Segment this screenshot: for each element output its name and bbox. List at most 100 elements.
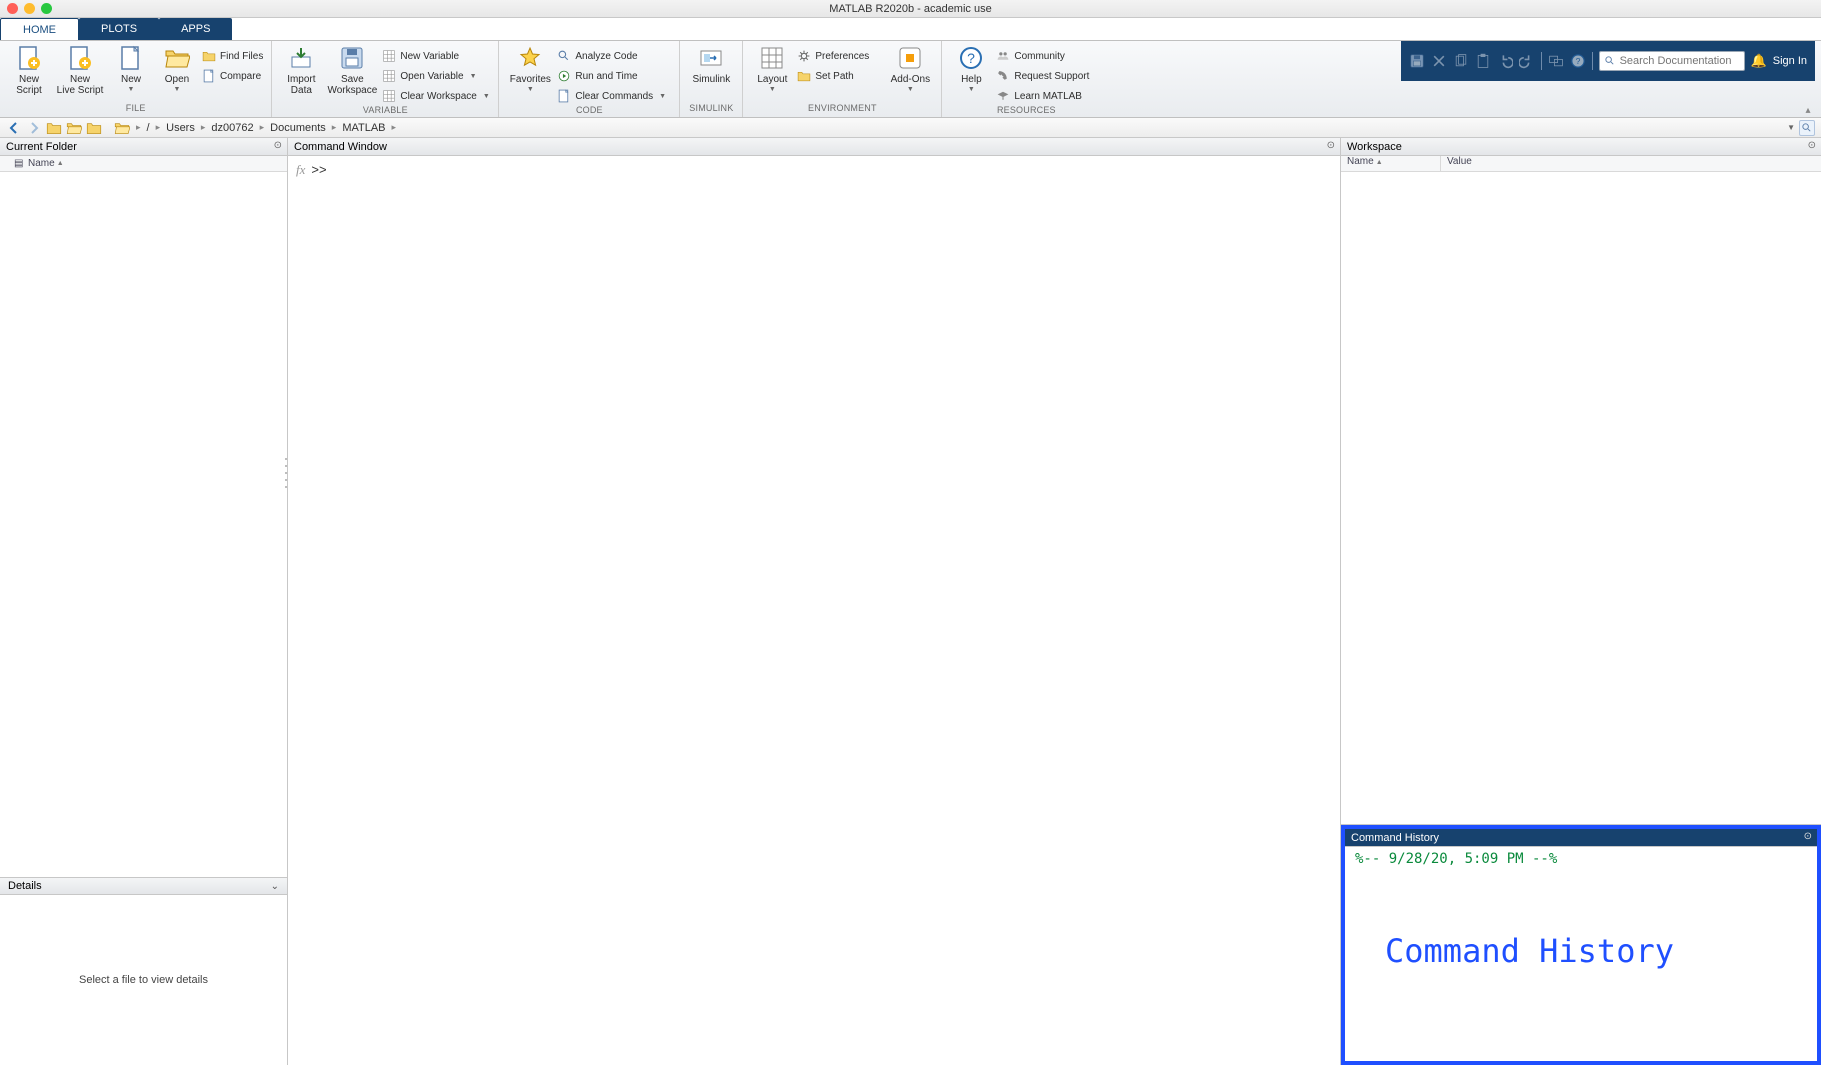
- current-folder-list[interactable]: [0, 172, 287, 877]
- new-variable-button[interactable]: New Variable: [380, 47, 492, 65]
- request-support-button[interactable]: Request Support: [994, 67, 1104, 85]
- panel-title-command-window[interactable]: Command Window ⊙: [288, 138, 1340, 156]
- qat-copy-icon[interactable]: [1453, 53, 1469, 69]
- learn-matlab-button[interactable]: Learn MATLAB: [994, 87, 1104, 105]
- chevron-right-icon[interactable]: ▸: [154, 122, 163, 133]
- quick-access-toolbar: 🔔 Sign In: [1401, 41, 1815, 81]
- compare-button[interactable]: Compare: [200, 67, 265, 85]
- caret-down-icon: ▼: [483, 93, 490, 100]
- chevron-right-icon[interactable]: ▸: [330, 122, 339, 133]
- group-resources: Help ▼ Community Request Support Learn M…: [942, 41, 1110, 117]
- zoom-icon[interactable]: [41, 3, 52, 14]
- history-timestamp-comment[interactable]: %-- 9/28/20, 5:09 PM --%: [1355, 851, 1807, 867]
- caret-down-icon: ▼: [128, 86, 135, 93]
- splitter-handle[interactable]: [285, 458, 289, 488]
- simulink-button[interactable]: Simulink: [686, 43, 736, 85]
- folder-open-icon: [164, 45, 190, 71]
- nav-history-button[interactable]: [86, 120, 102, 136]
- panel-menu-icon[interactable]: ⊙: [1804, 831, 1812, 842]
- search-documentation-box[interactable]: [1599, 51, 1745, 71]
- preferences-button[interactable]: Preferences: [795, 47, 885, 65]
- minimize-icon[interactable]: [24, 3, 35, 14]
- collapse-toolstrip-button[interactable]: ▴: [1801, 105, 1815, 115]
- sign-in-button[interactable]: Sign In: [1773, 55, 1807, 67]
- chevron-right-icon[interactable]: ▸: [258, 122, 267, 133]
- panel-menu-icon[interactable]: ⊙: [1808, 140, 1816, 151]
- current-folder-panel: Current Folder ⊙ ▤ Name ▲ Details ⌄ Sele…: [0, 138, 288, 1065]
- nav-browse-button[interactable]: [66, 120, 82, 136]
- right-column: Workspace ⊙ Name▲ Value Command History …: [1341, 138, 1821, 1065]
- group-environment: Layout ▼ Preferences Set Path Add-Ons ▼ …: [743, 41, 942, 117]
- favorites-button[interactable]: Favorites ▼: [505, 43, 555, 93]
- help-button[interactable]: Help ▼: [948, 43, 994, 93]
- panel-menu-icon[interactable]: ⊙: [274, 140, 282, 151]
- open-button[interactable]: Open ▼: [154, 43, 200, 93]
- clear-commands-button[interactable]: Clear Commands ▼: [555, 87, 673, 105]
- clear-commands-icon: [557, 89, 571, 103]
- breadcrumb[interactable]: dz00762: [211, 122, 253, 134]
- analyze-code-button[interactable]: Analyze Code: [555, 47, 673, 65]
- tab-apps[interactable]: APPS: [159, 18, 232, 40]
- caret-down-icon: ▼: [527, 86, 534, 93]
- workspace-list[interactable]: [1341, 172, 1821, 824]
- command-window-input-area[interactable]: fx >>: [288, 156, 1340, 1065]
- tab-plots[interactable]: PLOTS: [79, 18, 159, 40]
- breadcrumb[interactable]: Users: [166, 122, 195, 134]
- qat-cut-icon[interactable]: [1431, 53, 1447, 69]
- simulink-icon: [698, 45, 724, 71]
- breadcrumb[interactable]: /: [147, 122, 150, 134]
- command-history-body[interactable]: %-- 9/28/20, 5:09 PM --% Command History: [1345, 847, 1817, 1061]
- close-icon[interactable]: [7, 3, 18, 14]
- nav-up-button[interactable]: [46, 120, 62, 136]
- tab-home[interactable]: HOME: [0, 18, 79, 40]
- search-folder-button[interactable]: [1799, 120, 1815, 136]
- breadcrumb[interactable]: MATLAB: [342, 122, 385, 134]
- workspace-column-headers[interactable]: Name▲ Value: [1341, 156, 1821, 172]
- fx-icon[interactable]: fx: [296, 162, 305, 178]
- qat-redo-icon[interactable]: [1519, 53, 1535, 69]
- panel-title-workspace[interactable]: Workspace ⊙: [1341, 138, 1821, 156]
- panel-title-current-folder[interactable]: Current Folder ⊙: [0, 138, 287, 156]
- address-dropdown-button[interactable]: ▼: [1787, 123, 1795, 132]
- find-files-button[interactable]: Find Files: [200, 47, 265, 65]
- set-path-button[interactable]: Set Path: [795, 67, 885, 85]
- new-button[interactable]: New ▼: [108, 43, 154, 93]
- chevron-right-icon[interactable]: ▸: [199, 122, 208, 133]
- window-controls[interactable]: [7, 3, 52, 14]
- notifications-icon[interactable]: 🔔: [1751, 53, 1767, 69]
- caret-down-icon: ▼: [659, 93, 666, 100]
- document-star-icon: [67, 45, 93, 71]
- layout-button[interactable]: Layout ▼: [749, 43, 795, 93]
- new-live-script-button[interactable]: New Live Script: [52, 43, 108, 96]
- nav-forward-button[interactable]: [26, 120, 42, 136]
- open-variable-button[interactable]: Open Variable ▼: [380, 67, 492, 85]
- clear-workspace-button[interactable]: Clear Workspace ▼: [380, 87, 492, 105]
- nav-back-button[interactable]: [6, 120, 22, 136]
- current-folder-column-header[interactable]: ▤ Name ▲: [0, 156, 287, 172]
- qat-switch-windows-icon[interactable]: [1548, 53, 1564, 69]
- panel-title-command-history[interactable]: Command History ⊙: [1345, 829, 1817, 847]
- run-and-time-button[interactable]: Run and Time: [555, 67, 673, 85]
- save-workspace-button[interactable]: Save Workspace: [324, 43, 380, 96]
- group-label-file: FILE: [6, 103, 265, 117]
- current-folder-icon[interactable]: [114, 120, 130, 136]
- new-script-button[interactable]: New Script: [6, 43, 52, 96]
- qat-paste-icon[interactable]: [1475, 53, 1491, 69]
- group-code: Favorites ▼ Analyze Code Run and Time Cl…: [499, 41, 680, 117]
- community-icon: [996, 49, 1010, 63]
- breadcrumb[interactable]: Documents: [270, 122, 326, 134]
- main-layout: Current Folder ⊙ ▤ Name ▲ Details ⌄ Sele…: [0, 138, 1821, 1065]
- separator: [1592, 52, 1593, 70]
- search-documentation-input[interactable]: [1620, 55, 1740, 67]
- qat-undo-icon[interactable]: [1497, 53, 1513, 69]
- addons-button[interactable]: Add-Ons ▼: [885, 43, 935, 93]
- compare-icon: [202, 69, 216, 83]
- import-data-button[interactable]: Import Data: [278, 43, 324, 96]
- qat-help-icon[interactable]: [1570, 53, 1586, 69]
- details-toggle[interactable]: Details ⌄: [0, 877, 287, 895]
- panel-menu-icon[interactable]: ⊙: [1327, 140, 1335, 151]
- group-variable: Import Data Save Workspace New Variable …: [272, 41, 499, 117]
- community-button[interactable]: Community: [994, 47, 1104, 65]
- chevron-right-icon[interactable]: ▸: [390, 122, 399, 133]
- qat-save-icon[interactable]: [1409, 53, 1425, 69]
